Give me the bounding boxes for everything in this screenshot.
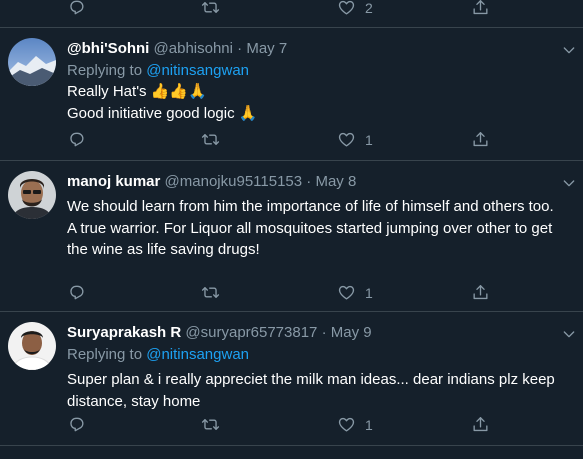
like-button[interactable]: 1 <box>337 130 373 149</box>
divider <box>0 445 583 446</box>
tweet-date[interactable]: May 7 <box>246 40 287 57</box>
mention-link[interactable]: @nitinsangwan <box>146 62 249 79</box>
retweet-button[interactable] <box>201 415 220 434</box>
avatar[interactable] <box>8 322 56 370</box>
retweet-button[interactable] <box>201 130 220 149</box>
like-icon <box>337 283 356 302</box>
replying-to-label: Replying to <box>67 346 143 363</box>
retweet-button[interactable] <box>201 0 220 17</box>
tweet-text-line: Really Hat's 👍👍🙏 <box>67 83 207 100</box>
tweet[interactable]: manoj kumar @manojku95115153 · May 8 We … <box>0 161 583 311</box>
like-button[interactable]: 1 <box>337 415 373 434</box>
tweet-text: Super plan & i really appreciet the milk… <box>67 369 572 412</box>
tweet-text: We should learn from him the importance … <box>67 196 572 261</box>
share-icon <box>471 130 490 149</box>
user-handle[interactable]: @manojku95115153 <box>165 173 303 190</box>
tweet-text-line: the wine as life saving drugs! <box>67 241 260 258</box>
reply-button[interactable] <box>67 415 86 434</box>
like-button[interactable]: 2 <box>337 0 373 17</box>
tweet-actions: 1 <box>0 415 583 435</box>
like-count: 1 <box>365 131 373 148</box>
reply-button[interactable] <box>67 0 86 17</box>
tweet-actions: 1 <box>0 130 583 150</box>
retweet-button[interactable] <box>201 283 220 302</box>
reply-icon <box>67 0 86 17</box>
more-options-button[interactable] <box>561 326 577 342</box>
more-options-button[interactable] <box>561 175 577 191</box>
tweet[interactable]: Suryaprakash R @suryapr65773817 · May 9 … <box>0 312 583 445</box>
share-button[interactable] <box>471 0 490 17</box>
replying-to: Replying to @nitinsangwan <box>67 62 249 79</box>
tweet-header: manoj kumar @manojku95115153 · May 8 <box>67 173 356 190</box>
tweet-header: Suryaprakash R @suryapr65773817 · May 9 <box>67 324 372 341</box>
reply-icon <box>67 415 86 434</box>
tweet-text: Really Hat's 👍👍🙏 Good initiative good lo… <box>67 81 572 124</box>
tweet-date[interactable]: May 8 <box>315 173 356 190</box>
share-icon <box>471 283 490 302</box>
like-icon <box>337 130 356 149</box>
reply-icon <box>67 130 86 149</box>
tweet-actions-top: 2 <box>0 0 583 18</box>
tweet-text-line: Good initiative good logic 🙏 <box>67 104 258 122</box>
like-icon <box>337 415 356 434</box>
display-name[interactable]: @bhi'Sohni <box>67 40 149 57</box>
reply-button[interactable] <box>67 283 86 302</box>
like-count: 1 <box>365 416 373 433</box>
separator: · <box>237 40 243 57</box>
display-name[interactable]: manoj kumar <box>67 173 160 190</box>
tweet-text-line: We should learn from him the importance … <box>67 198 554 215</box>
user-handle[interactable]: @abhisohni <box>154 40 233 57</box>
tweet-text-line: Super plan & i really appreciet the milk… <box>67 371 555 388</box>
user-handle[interactable]: @suryapr65773817 <box>185 324 317 341</box>
share-button[interactable] <box>471 283 490 302</box>
like-count: 1 <box>365 284 373 301</box>
separator: · <box>321 324 327 341</box>
retweet-icon <box>201 130 220 149</box>
separator: · <box>306 173 312 190</box>
tweet-header: @bhi'Sohni @abhisohni · May 7 <box>67 40 287 57</box>
retweet-icon <box>201 415 220 434</box>
share-button[interactable] <box>471 415 490 434</box>
tweet-text-line: A true warrior. For Liquor all mosquitoe… <box>67 219 553 237</box>
replying-to: Replying to @nitinsangwan <box>67 346 249 363</box>
reply-button[interactable] <box>67 130 86 149</box>
like-icon <box>337 0 356 17</box>
mention-link[interactable]: @nitinsangwan <box>146 346 249 363</box>
avatar[interactable] <box>8 171 56 219</box>
tweet-date[interactable]: May 9 <box>331 324 372 341</box>
retweet-icon <box>201 283 220 302</box>
reply-icon <box>67 283 86 302</box>
share-icon <box>471 0 490 17</box>
display-name[interactable]: Suryaprakash R <box>67 324 181 341</box>
avatar[interactable] <box>8 38 56 86</box>
replying-to-label: Replying to <box>67 62 143 79</box>
like-count: 2 <box>365 0 373 16</box>
more-options-button[interactable] <box>561 42 577 58</box>
like-button[interactable]: 1 <box>337 283 373 302</box>
tweet[interactable]: @bhi'Sohni @abhisohni · May 7 Replying t… <box>0 28 583 160</box>
tweet-text-line: distance, stay home <box>67 392 201 410</box>
retweet-icon <box>201 0 220 17</box>
tweet-actions: 1 <box>0 283 583 303</box>
share-icon <box>471 415 490 434</box>
caret-down-icon <box>561 42 577 58</box>
share-button[interactable] <box>471 130 490 149</box>
caret-down-icon <box>561 326 577 342</box>
caret-down-icon <box>561 175 577 191</box>
